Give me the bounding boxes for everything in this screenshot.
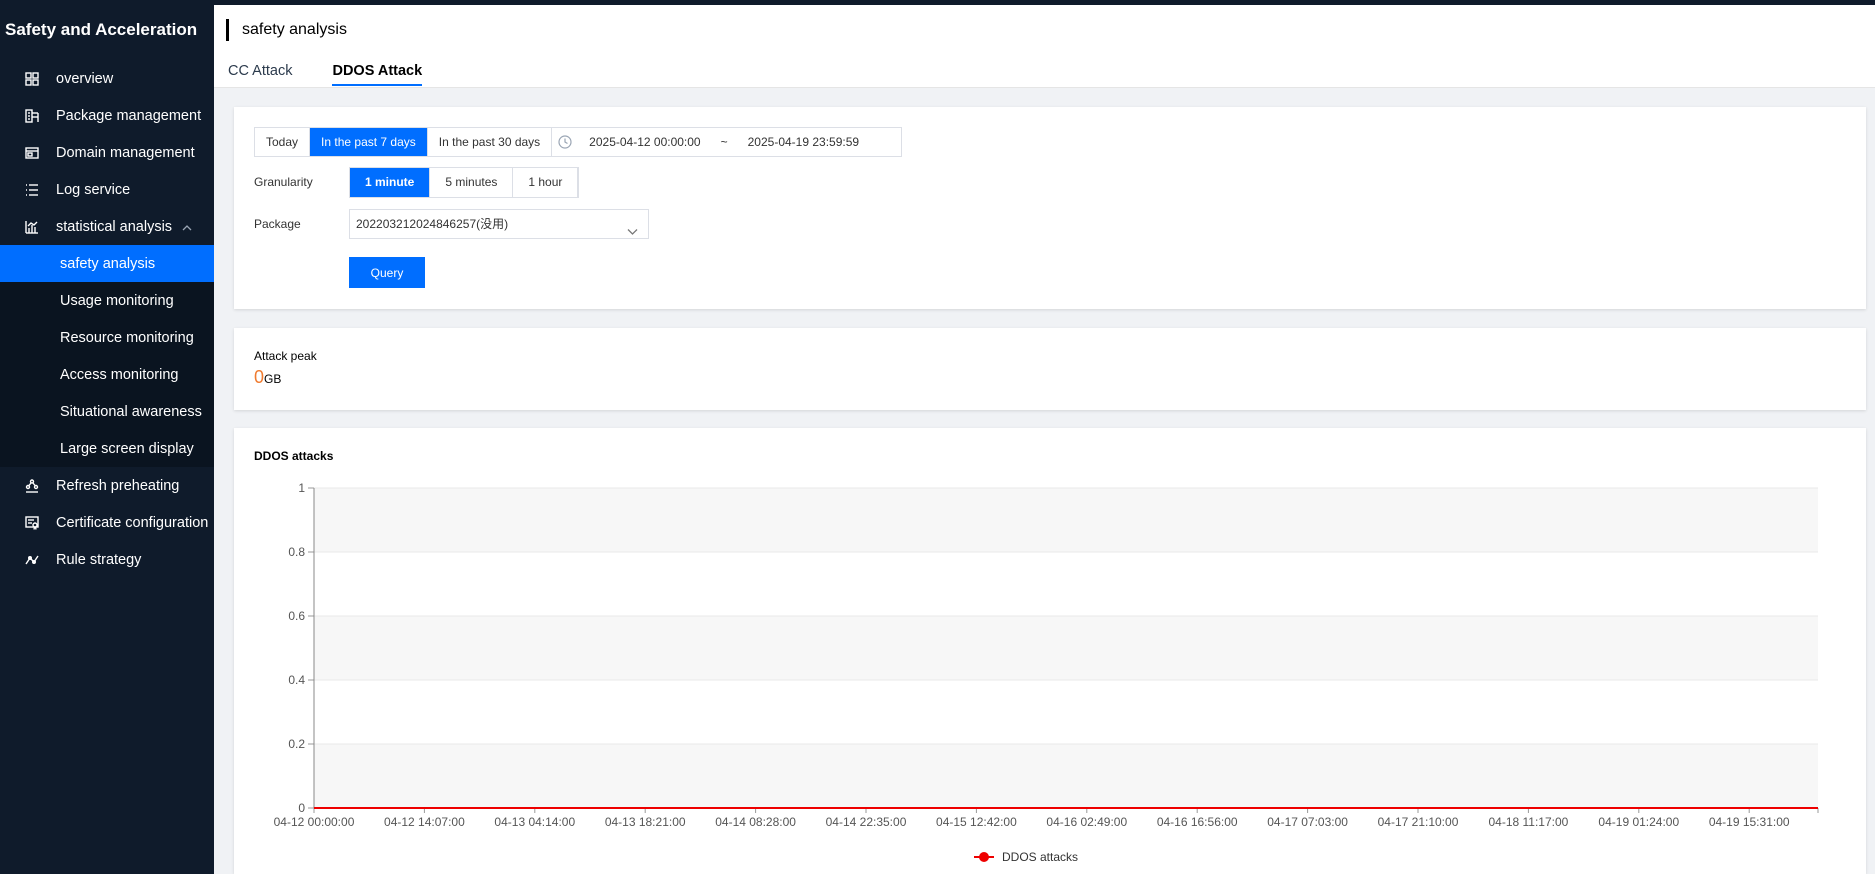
attack-peak-value-wrap: 0GB [254,367,281,388]
y-tick-label: 0.6 [288,609,305,623]
y-tick-label: 0.4 [288,673,305,687]
stats-icon [24,219,40,235]
x-tick-label: 04-16 16:56:00 [1157,815,1238,829]
granularity-1-minute[interactable]: 1 minute [350,168,431,197]
time-range-selector: Today In the past 7 days In the past 30 … [254,127,903,157]
sidebar-item-safety-analysis[interactable]: safety analysis [0,245,214,282]
statistical-analysis-submenu: safety analysis Usage monitoring Resourc… [0,245,214,467]
chart-title: DDOS attacks [254,449,334,463]
range-separator: ~ [720,135,728,149]
sidebar-item-large-screen-display[interactable]: Large screen display [0,430,214,467]
tab-bar: CC Attack DDOS Attack [228,63,462,86]
ddos-chart-panel: 0 0.2 0.4 0.6 0.8 1 04-12 00:00:00 04-12 14:07:… [234,428,1866,874]
sidebar-item-label: Refresh preheating [56,477,180,494]
certificate-icon [24,515,40,531]
domain-icon [24,145,40,161]
sidebar: Safety and Acceleration overview Package… [0,0,214,874]
x-tick-label: 04-14 22:35:00 [826,815,907,829]
legend-label: DDOS attacks [1002,850,1078,864]
sidebar-item-package-management[interactable]: Package management [0,97,214,134]
x-tick-label: 04-12 14:07:00 [384,815,465,829]
time-range-past-30-days[interactable]: In the past 30 days [428,128,553,156]
y-tick-label: 0.8 [288,545,305,559]
time-range-past-7-days[interactable]: In the past 7 days [310,128,428,156]
sidebar-item-label: Rule strategy [56,551,142,568]
package-value: 202203212024846257(没用) [356,217,509,231]
sidebar-item-usage-monitoring[interactable]: Usage monitoring [0,282,214,319]
x-tick-label: 04-17 07:03:00 [1267,815,1348,829]
sidebar-item-rule-strategy[interactable]: Rule strategy [0,541,214,578]
sidebar-item-access-monitoring[interactable]: Access monitoring [0,356,214,393]
x-tick-label: 04-18 11:17:00 [1488,815,1568,829]
list-icon [24,182,40,198]
range-end: 2025-04-19 23:59:59 [747,135,860,149]
grid-band [314,488,1818,552]
sidebar-item-label: statistical analysis [56,218,173,235]
sidebar-item-statistical-analysis[interactable]: statistical analysis [0,208,214,245]
x-tick-label: 04-13 04:14:00 [494,815,575,829]
refresh-icon [24,478,40,494]
y-tick-label: 0 [298,801,305,815]
attack-peak-panel: Attack peak 0GB [234,328,1866,410]
legend-marker [979,852,989,862]
granularity-5-minutes[interactable]: 5 minutes [430,168,514,197]
package-label: Package [254,217,301,231]
range-start: 2025-04-12 00:00:00 [589,135,701,149]
sidebar-item-label: Log service [56,181,131,198]
tab-ddos-attack[interactable]: DDOS Attack [332,63,423,86]
app-title: Safety and Acceleration [5,20,198,39]
query-button[interactable]: Query [349,257,425,288]
x-tick-label: 04-15 12:42:00 [936,815,1017,829]
granularity-selector: 1 minute 5 minutes 1 hour [349,167,580,198]
sidebar-item-certificate-configuration[interactable]: Certificate configuration [0,504,214,541]
page-title: safety analysis [226,19,347,41]
time-range-today[interactable]: Today [255,128,311,156]
x-tick-label: 04-13 18:21:00 [605,815,686,829]
granularity-1-hour[interactable]: 1 hour [513,168,579,197]
x-tick-label: 04-19 15:31:00 [1709,815,1790,829]
sidebar-item-log-service[interactable]: Log service [0,171,214,208]
sidebar-item-label: Certificate configuration [56,514,209,531]
x-tick-label: 04-14 08:28:00 [715,815,796,829]
tab-cc-attack[interactable]: CC Attack [228,63,292,86]
granularity-label: Granularity [254,175,313,189]
attack-peak-value: 0 [254,367,265,387]
sidebar-item-label: Package management [56,107,202,124]
sidebar-item-overview[interactable]: overview [0,60,214,97]
date-range-picker[interactable]: 2025-04-12 00:00:00 ~ 2025-04-19 23:59:5… [552,128,901,156]
x-tick-label: 04-12 00:00:00 [274,815,355,829]
package-icon [24,108,40,124]
attack-peak-label: Attack peak [254,349,317,363]
x-tick-label: 04-17 21:10:00 [1378,815,1459,829]
grid-band [314,616,1818,680]
ddos-attacks-chart: 0 0.2 0.4 0.6 0.8 1 04-12 00:00:00 04-12 14:07:… [274,481,1819,864]
y-tick-label: 1 [298,481,305,495]
sidebar-item-resource-monitoring[interactable]: Resource monitoring [0,319,214,356]
page-header: safety analysis CC Attack DDOS Attack [214,5,1875,88]
chevron-down-icon [627,219,638,235]
rule-icon [24,552,40,568]
grid-icon [24,71,40,87]
y-tick-label: 0.2 [288,737,305,751]
clock-icon [558,135,572,149]
x-tick-label: 04-19 01:24:00 [1598,815,1679,829]
sidebar-item-label: overview [56,70,114,87]
attack-peak-unit: GB [264,372,282,386]
chevron-up-icon [182,221,192,231]
x-tick-label: 04-16 02:49:00 [1046,815,1127,829]
sidebar-item-situational-awareness[interactable]: Situational awareness [0,393,214,430]
sidebar-item-domain-management[interactable]: Domain management [0,134,214,171]
grid-band [314,744,1818,808]
package-select[interactable]: 202203212024846257(没用) [349,209,649,239]
sidebar-item-label: Domain management [56,144,195,161]
filter-panel: Today In the past 7 days In the past 30 … [234,107,1866,309]
sidebar-item-refresh-preheating[interactable]: Refresh preheating [0,467,214,504]
